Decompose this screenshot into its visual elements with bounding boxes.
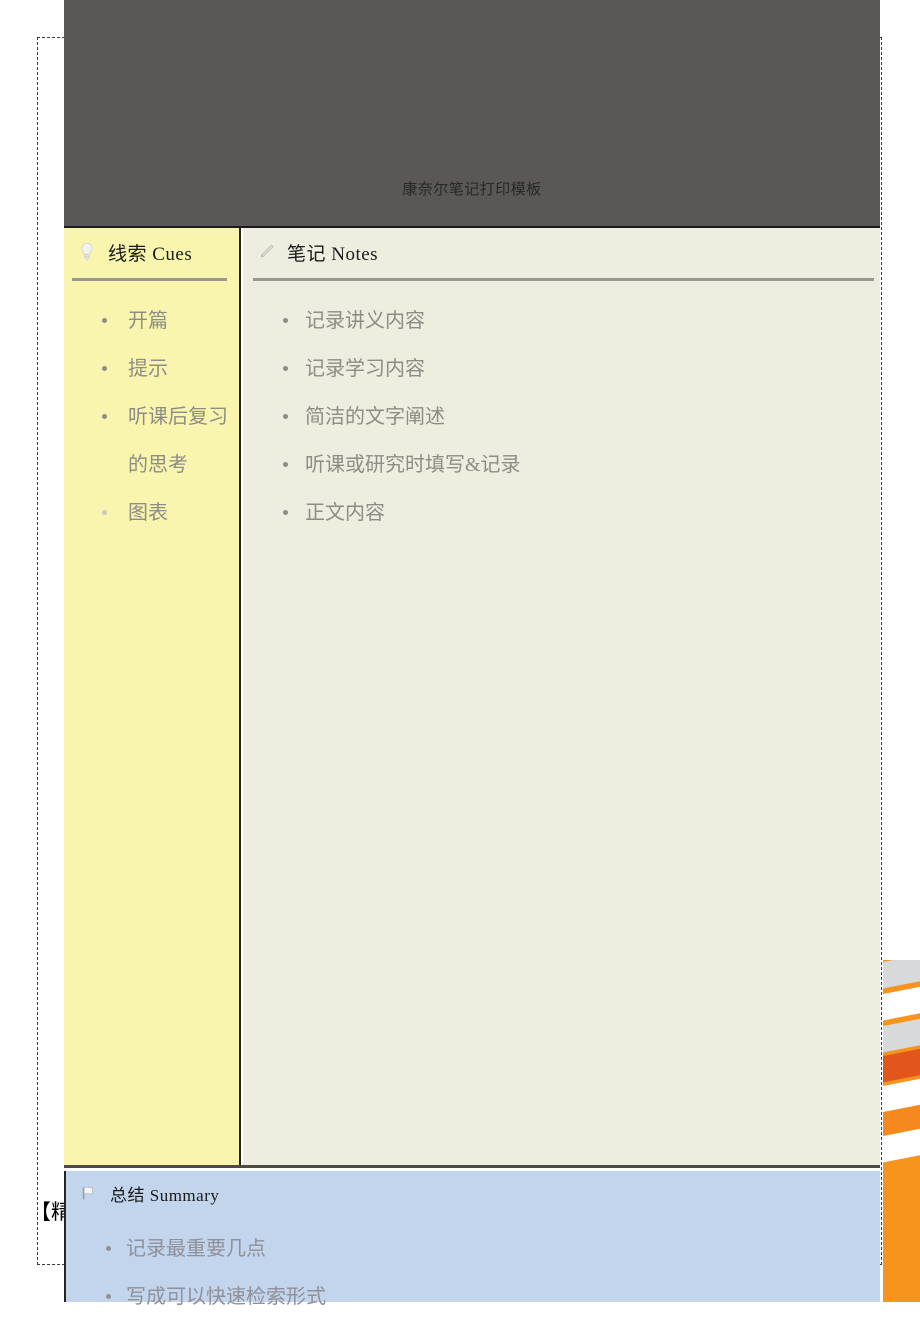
bullet-dot: [106, 1246, 111, 1251]
notes-header-label: 笔记 Notes: [287, 243, 379, 265]
cues-list: 开篇 提示 听课后复习的思考 图表: [64, 297, 239, 537]
cues-column: 线索 Cues 开篇 提示 听课后复习的思考 图表: [64, 228, 241, 1165]
list-item-label: 简洁的文字阐述: [305, 406, 445, 428]
orange-diagonal-decoration: [883, 960, 920, 1302]
list-item-label: 记录学习内容: [305, 358, 425, 380]
bullet-dot: [283, 462, 288, 467]
list-item[interactable]: 正文内容: [243, 489, 880, 537]
bullet-dot: [283, 510, 288, 515]
list-item[interactable]: 记录学习内容: [243, 345, 880, 393]
bullet-dot: [283, 318, 288, 323]
list-item[interactable]: 图表: [64, 489, 241, 537]
list-item[interactable]: 听课后复习的思考: [64, 393, 241, 489]
list-item-label: 记录讲义内容: [305, 310, 425, 332]
main-area: 线索 Cues 开篇 提示 听课后复习的思考 图表 笔记 Notes 记录讲义内…: [64, 228, 880, 1168]
bullet-dot: [102, 414, 107, 419]
pencil-icon: [255, 241, 277, 263]
list-item[interactable]: 简洁的文字阐述: [243, 393, 880, 441]
flag-icon: [78, 1182, 100, 1204]
list-item-label: 写成可以快速检索形式: [126, 1286, 326, 1308]
list-item-label: 图表: [128, 502, 168, 524]
list-item-label: 听课或研究时填写&记录: [305, 454, 521, 476]
notes-header-rule: [253, 278, 874, 281]
list-item-label: 记录最重要几点: [126, 1238, 266, 1260]
list-item[interactable]: 提示: [64, 345, 241, 393]
list-item-label: 正文内容: [305, 502, 385, 524]
list-item-label: 听课后复习的思考: [128, 406, 228, 476]
title-band: 康奈尔笔记打印模板: [64, 0, 880, 228]
bullet-dot: [106, 1294, 111, 1299]
summary-header-label: 总结 Summary: [110, 1185, 220, 1205]
list-item[interactable]: 写成可以快速检索形式: [66, 1273, 880, 1321]
cues-header-label: 线索 Cues: [108, 243, 193, 265]
list-item[interactable]: 记录讲义内容: [243, 297, 880, 345]
cornell-note-template-slide: 康奈尔笔记打印模板 线索 Cues 开篇 提示 听课后复习的思考 图表 笔记 N…: [64, 0, 880, 1308]
list-item-label: 开篇: [128, 310, 168, 332]
list-item[interactable]: 记录最重要几点: [66, 1225, 880, 1273]
bullet-dot: [283, 366, 288, 371]
page-title: 康奈尔笔记打印模板: [402, 180, 542, 198]
bullet-dot: [102, 318, 107, 323]
bullet-dot: [283, 414, 288, 419]
list-item[interactable]: 开篇: [64, 297, 241, 345]
lightbulb-icon: [76, 241, 98, 263]
cues-header: 线索 Cues: [64, 228, 239, 276]
notes-list: 记录讲义内容 记录学习内容 简洁的文字阐述 听课或研究时填写&记录 正文内容: [243, 297, 880, 537]
list-item-label: 提示: [128, 358, 168, 380]
bullet-dot: [102, 510, 107, 515]
list-item[interactable]: 听课或研究时填写&记录: [243, 441, 880, 489]
summary-list: 记录最重要几点 写成可以快速检索形式: [66, 1225, 880, 1321]
summary-header: 总结 Summary: [66, 1171, 880, 1215]
notes-column: 笔记 Notes 记录讲义内容 记录学习内容 简洁的文字阐述 听课或研究时填写&…: [243, 228, 880, 1165]
summary-section: 总结 Summary 记录最重要几点 写成可以快速检索形式: [64, 1171, 880, 1308]
notes-header: 笔记 Notes: [243, 228, 880, 276]
bullet-dot: [102, 366, 107, 371]
cues-header-rule: [72, 278, 227, 281]
